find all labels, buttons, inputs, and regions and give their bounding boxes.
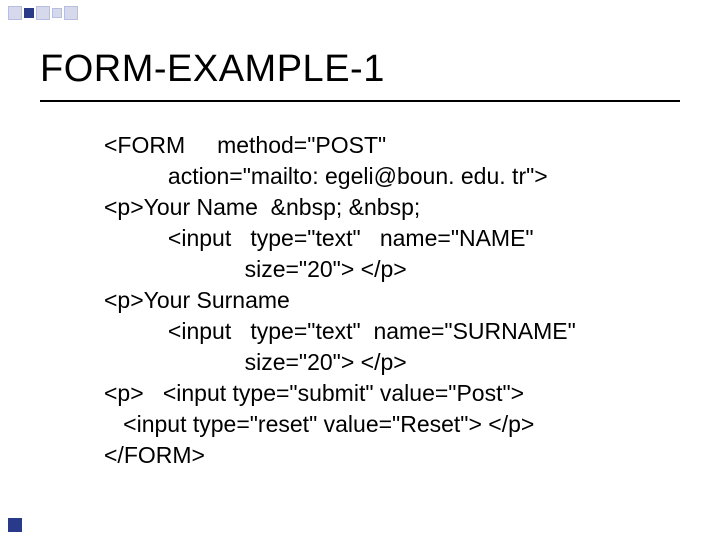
- slide-decoration-bottom: [8, 518, 22, 532]
- slide-title: FORM-EXAMPLE-1: [40, 48, 385, 91]
- code-line: <p>Your Name &nbsp; &nbsp;: [104, 194, 420, 220]
- deco-square: [24, 8, 34, 18]
- code-line: <input type="text" name="NAME": [104, 225, 534, 251]
- deco-square: [36, 6, 50, 20]
- code-line: size="20"> </p>: [104, 256, 407, 282]
- deco-square: [52, 8, 62, 18]
- code-line: <input type="text" name="SURNAME": [104, 318, 576, 344]
- code-line: <input type="reset" value="Reset"> </p>: [104, 411, 534, 437]
- slide-decoration-top: [8, 6, 78, 20]
- code-example: <FORM method="POST" action="mailto: egel…: [104, 130, 576, 472]
- code-line: <FORM method="POST": [104, 132, 386, 158]
- code-line: <p>Your Surname: [104, 287, 290, 313]
- code-line: size="20"> </p>: [104, 349, 407, 375]
- code-line: </FORM>: [104, 442, 205, 468]
- title-underline: [40, 100, 680, 102]
- deco-square: [64, 6, 78, 20]
- deco-square: [8, 6, 22, 20]
- code-line: <p> <input type="submit" value="Post">: [104, 380, 524, 406]
- code-line: action="mailto: egeli@boun. edu. tr">: [104, 163, 548, 189]
